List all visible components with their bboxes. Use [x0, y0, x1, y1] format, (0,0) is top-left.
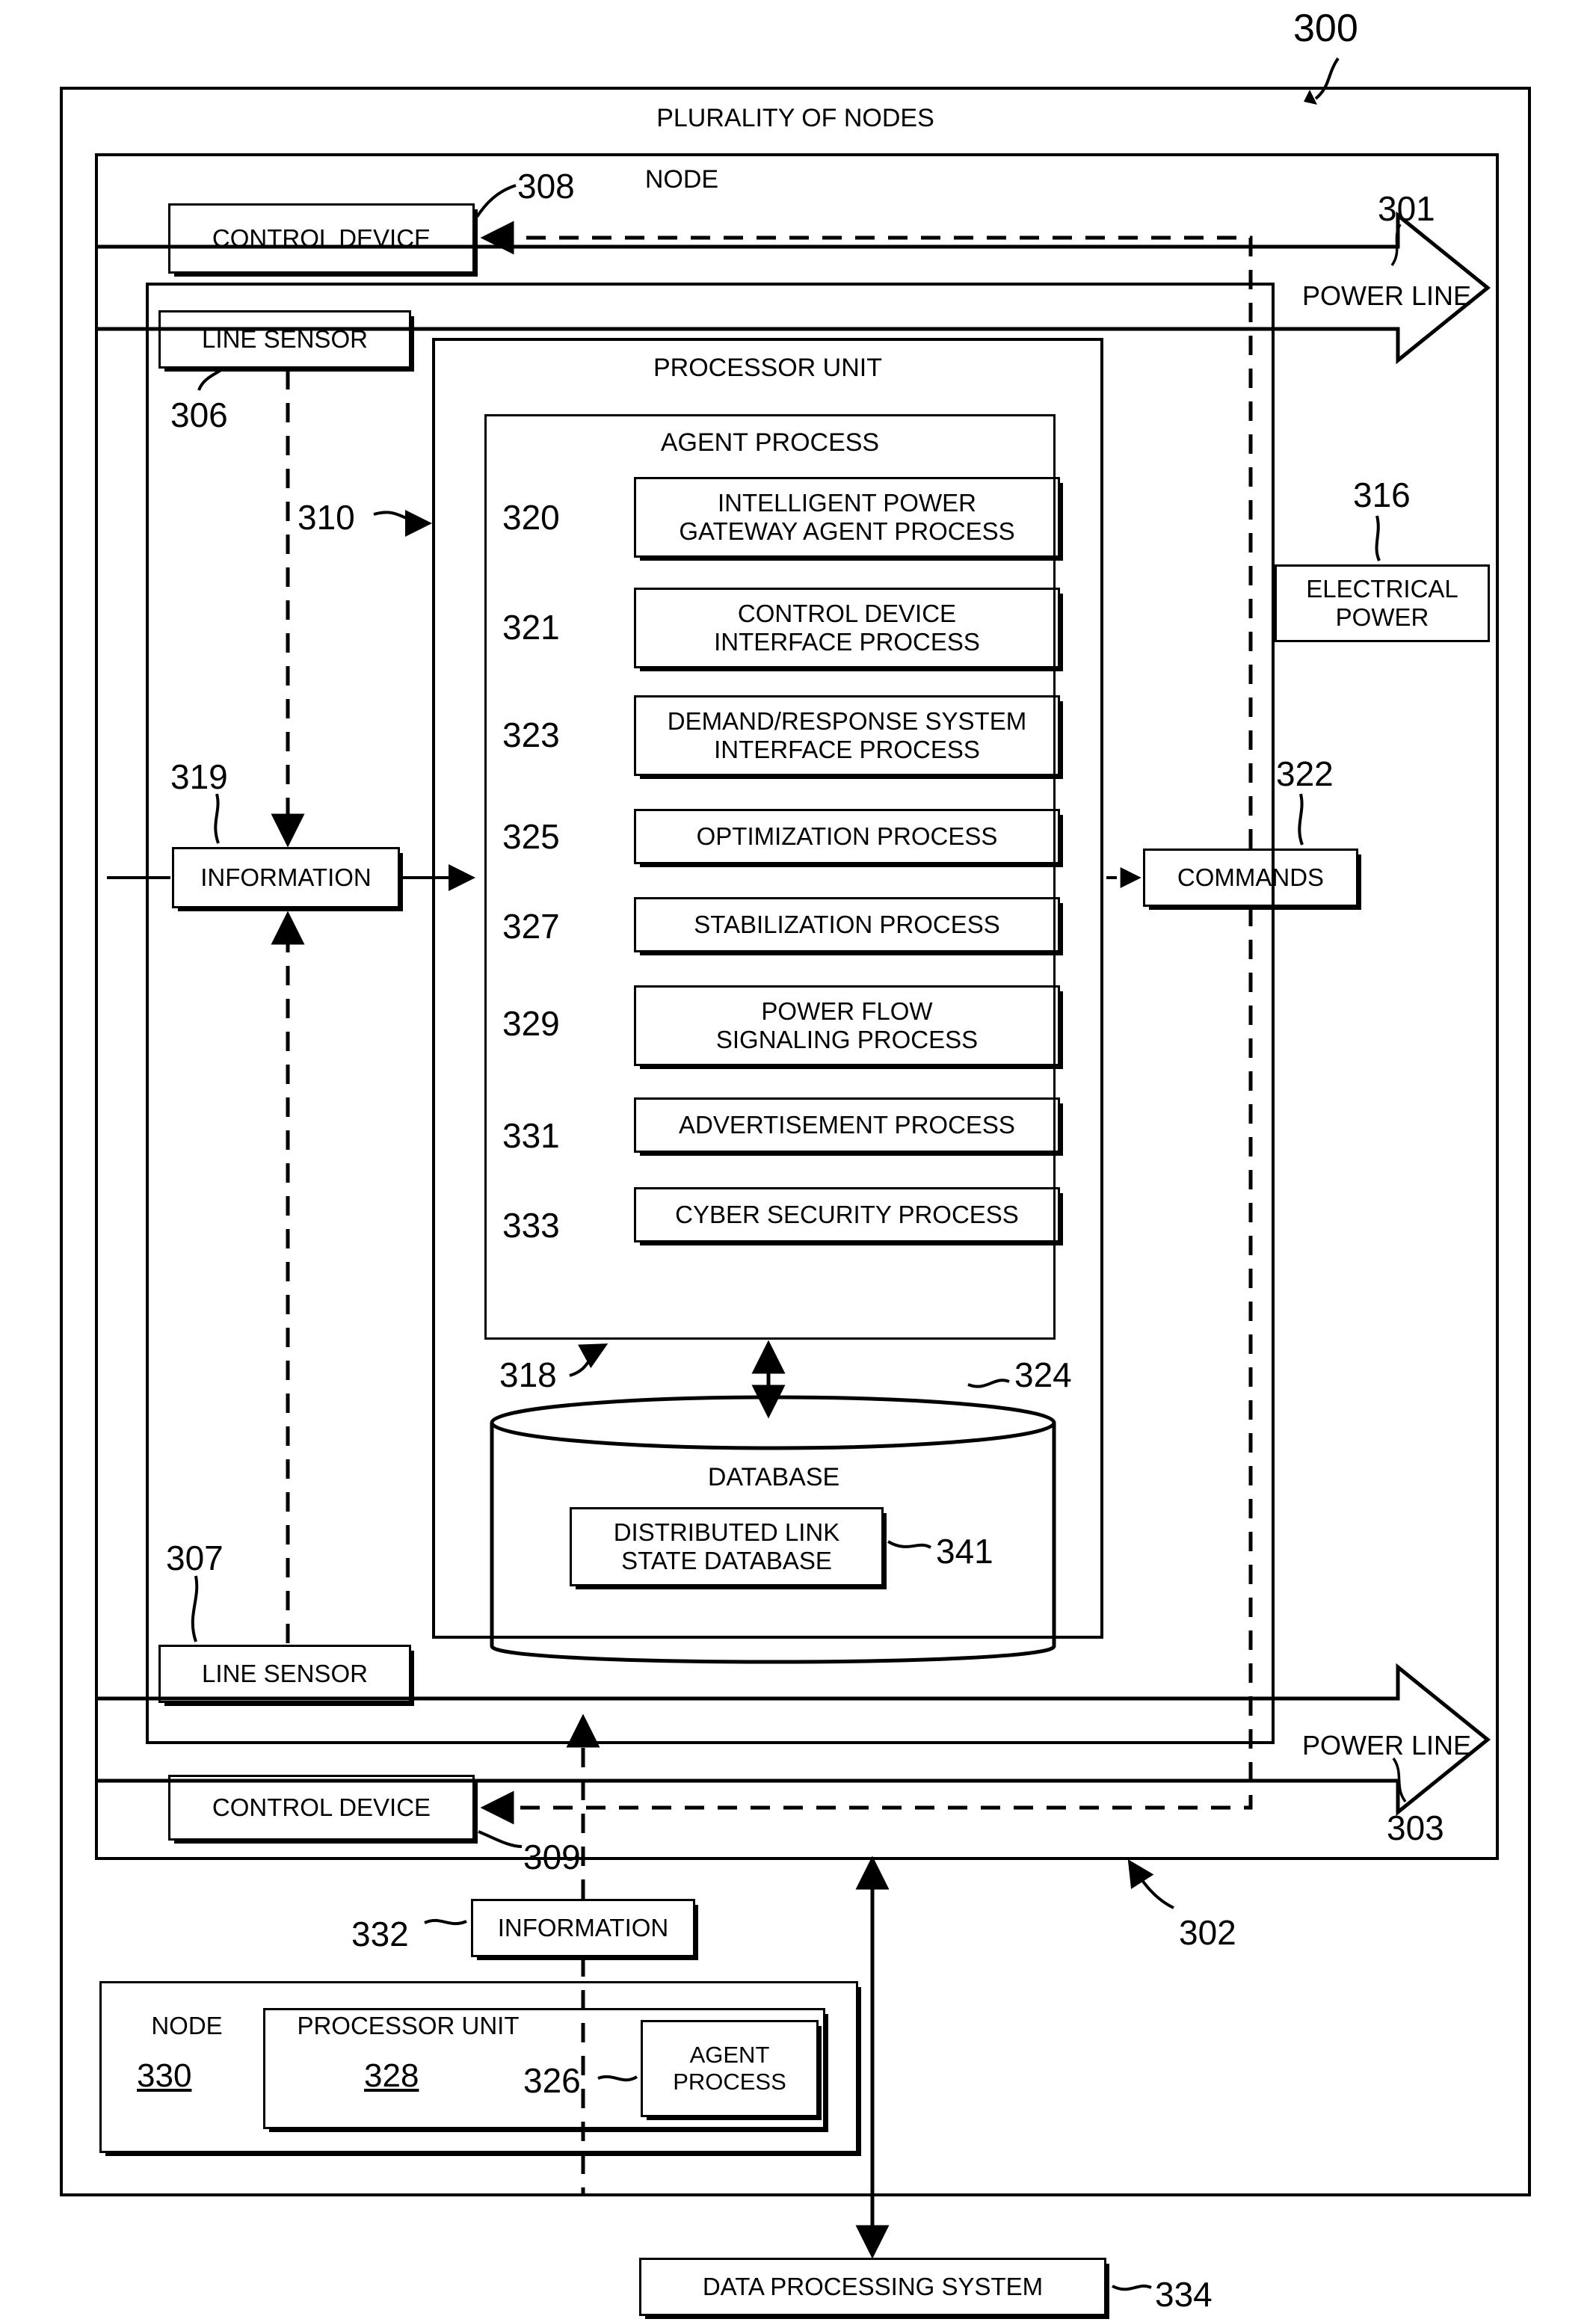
- ref-331: 331: [502, 1116, 560, 1155]
- ref-303: 303: [1387, 1808, 1444, 1847]
- process-box-7[interactable]: CYBER SECURITY PROCESS: [634, 1187, 1060, 1242]
- ref-320: 320: [502, 498, 560, 537]
- second-node-label: NODE: [151, 2012, 223, 2039]
- line-sensor-top-label: LINE SENSOR: [202, 325, 368, 353]
- ref-307: 307: [166, 1539, 224, 1577]
- node-label: NODE: [644, 165, 719, 194]
- ref-326: 326: [523, 2061, 581, 2100]
- process-box-6[interactable]: ADVERTISEMENT PROCESS: [634, 1097, 1060, 1153]
- ref-302: 302: [1179, 1913, 1236, 1952]
- ref-341: 341: [936, 1532, 993, 1571]
- process-box-5[interactable]: POWER FLOW SIGNALING PROCESS: [634, 985, 1060, 1066]
- commands-label: COMMANDS: [1177, 863, 1325, 891]
- ref-301: 301: [1378, 189, 1435, 228]
- process-label-1: CONTROL DEVICE INTERFACE PROCESS: [714, 600, 980, 656]
- process-box-2[interactable]: DEMAND/RESPONSE SYSTEM INTERFACE PROCESS: [634, 695, 1060, 776]
- second-agent-process-label: AGENT PROCESS: [673, 2042, 786, 2095]
- distributed-link-state-database-label: DISTRIBUTED LINK STATE DATABASE: [613, 1518, 840, 1574]
- power-line-top-label: POWER LINE: [1301, 280, 1472, 311]
- patent-figure-3: 300 PLURALITY OF NODES NODE CONTROL DEVI…: [0, 0, 1596, 2322]
- ref-327: 327: [502, 907, 560, 946]
- information-2-label: INFORMATION: [497, 1914, 669, 1941]
- power-line-bottom-label: POWER LINE: [1301, 1730, 1472, 1761]
- distributed-link-state-database[interactable]: DISTRIBUTED LINK STATE DATABASE: [570, 1507, 884, 1586]
- process-label-6: ADVERTISEMENT PROCESS: [679, 1111, 1015, 1139]
- commands-box[interactable]: COMMANDS: [1143, 849, 1358, 907]
- control-device-bottom-label: CONTROL DEVICE: [212, 1793, 431, 1821]
- ref-321: 321: [502, 608, 560, 647]
- ref-310: 310: [298, 498, 355, 537]
- information-label: INFORMATION: [200, 863, 372, 891]
- electrical-power-box: ELECTRICAL POWER: [1275, 564, 1490, 642]
- second-agent-process-box[interactable]: AGENT PROCESS: [641, 2020, 819, 2117]
- second-processor-unit-label: PROCESSOR UNIT: [297, 2012, 520, 2039]
- process-box-3[interactable]: OPTIMIZATION PROCESS: [634, 809, 1060, 864]
- agent-process-label: AGENT PROCESS: [660, 428, 880, 457]
- process-box-4[interactable]: STABILIZATION PROCESS: [634, 897, 1060, 952]
- ref-333: 333: [502, 1206, 560, 1245]
- ref-322: 322: [1276, 754, 1334, 793]
- ref-325: 325: [502, 817, 560, 856]
- data-processing-system-label: DATA PROCESSING SYSTEM: [702, 2273, 1044, 2300]
- ref-316: 316: [1353, 475, 1411, 514]
- processor-unit-label: PROCESSOR UNIT: [653, 354, 883, 382]
- ref-319: 319: [170, 757, 228, 796]
- data-processing-system-box[interactable]: DATA PROCESSING SYSTEM: [639, 2258, 1106, 2316]
- control-device-top-label: CONTROL DEVICE: [212, 224, 431, 252]
- line-sensor-bottom-label: LINE SENSOR: [202, 1660, 368, 1687]
- electrical-power-label: ELECTRICAL POWER: [1306, 575, 1458, 631]
- process-box-1[interactable]: CONTROL DEVICE INTERFACE PROCESS: [634, 588, 1060, 668]
- process-label-4: STABILIZATION PROCESS: [694, 911, 1000, 938]
- ref-306: 306: [170, 395, 228, 434]
- process-label-7: CYBER SECURITY PROCESS: [675, 1201, 1019, 1228]
- information-box[interactable]: INFORMATION: [172, 847, 400, 908]
- information-box-2[interactable]: INFORMATION: [471, 1899, 695, 1957]
- process-label-2: DEMAND/RESPONSE SYSTEM INTERFACE PROCESS: [667, 707, 1027, 763]
- ref-308: 308: [517, 167, 575, 206]
- control-device-top[interactable]: CONTROL DEVICE: [168, 203, 475, 274]
- ref-323: 323: [502, 715, 560, 754]
- process-label-5: POWER FLOW SIGNALING PROCESS: [715, 997, 979, 1053]
- plurality-of-nodes-label: PLURALITY OF NODES: [656, 104, 934, 132]
- control-device-bottom[interactable]: CONTROL DEVICE: [168, 1775, 475, 1841]
- ref-328: 328: [364, 2057, 419, 2094]
- ref-318: 318: [499, 1355, 557, 1394]
- process-label-3: OPTIMIZATION PROCESS: [696, 822, 998, 850]
- database-label: DATABASE: [707, 1463, 840, 1491]
- ref-334: 334: [1155, 2275, 1213, 2314]
- process-box-0[interactable]: INTELLIGENT POWER GATEWAY AGENT PROCESS: [634, 477, 1060, 558]
- ref-330: 330: [137, 2057, 192, 2094]
- line-sensor-top[interactable]: LINE SENSOR: [158, 310, 411, 369]
- ref-332: 332: [351, 1915, 409, 1953]
- ref-300: 300: [1293, 7, 1358, 50]
- line-sensor-bottom[interactable]: LINE SENSOR: [158, 1645, 411, 1703]
- ref-324: 324: [1014, 1355, 1072, 1394]
- ref-309: 309: [523, 1838, 581, 1876]
- ref-329: 329: [502, 1004, 560, 1043]
- process-label-0: INTELLIGENT POWER GATEWAY AGENT PROCESS: [679, 489, 1015, 545]
